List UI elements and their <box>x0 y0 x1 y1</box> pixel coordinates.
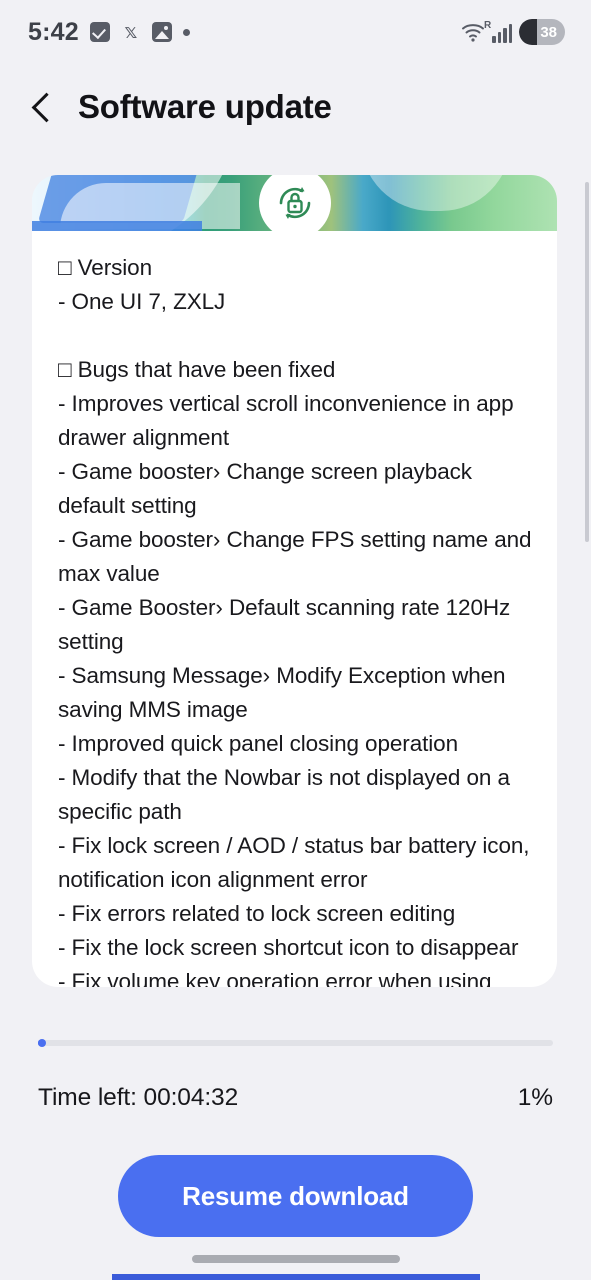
note-line: - Improved quick panel closing operation <box>58 731 458 756</box>
progress-percent-label: 1% <box>517 1084 553 1111</box>
battery-indicator: 38 <box>519 19 565 45</box>
download-progress-area: Time left: 00:04:32 1% <box>0 1039 591 1112</box>
page-title: Software update <box>78 88 332 125</box>
action-row: Resume download <box>0 1155 591 1237</box>
bottom-app-strip <box>112 1274 480 1280</box>
scrollbar-thumb[interactable] <box>585 182 589 542</box>
progress-bar-thumb <box>38 1039 46 1047</box>
note-line: - Modify that the Nowbar is not displaye… <box>58 765 510 824</box>
x-app-icon: 𝕩 <box>124 21 138 43</box>
release-notes-card[interactable]: □ Version - One UI 7, ZXLJ □ Bugs that h… <box>32 175 557 987</box>
note-line: - Fix lock screen / AOD / status bar bat… <box>58 833 530 892</box>
status-bar: 5:42 𝕩 R 38 <box>0 0 591 64</box>
note-line: - Fix errors related to lock screen edit… <box>58 901 456 926</box>
note-line-spacer <box>58 319 533 353</box>
signal-roaming-icon: R <box>484 20 512 43</box>
note-line: - One UI 7, ZXLJ <box>58 289 226 314</box>
note-line: - Game booster› Change FPS setting name … <box>58 527 532 586</box>
note-line: - Improves vertical scroll inconvenience… <box>58 391 514 450</box>
back-arrow-icon[interactable] <box>28 89 56 125</box>
scrollbar[interactable] <box>585 182 589 982</box>
security-update-lock-icon <box>258 175 331 231</box>
roaming-label: R <box>484 19 492 31</box>
note-line: □ Bugs that have been fixed <box>58 357 336 382</box>
note-line: □ Version <box>58 255 152 280</box>
release-notes-card-inner: □ Version - One UI 7, ZXLJ □ Bugs that h… <box>32 175 557 987</box>
resume-download-button[interactable]: Resume download <box>118 1155 473 1237</box>
progress-labels: Time left: 00:04:32 1% <box>38 1084 553 1112</box>
progress-bar-track <box>38 1039 553 1047</box>
battery-level-label: 38 <box>540 23 557 41</box>
release-notes-text: □ Version - One UI 7, ZXLJ □ Bugs that h… <box>32 231 557 987</box>
app-header: Software update <box>0 64 591 150</box>
dot-icon <box>182 28 190 36</box>
banner-shape-e <box>361 175 511 211</box>
status-bar-left: 5:42 𝕩 <box>28 18 190 47</box>
note-line: - Game Booster› Default scanning rate 12… <box>58 595 511 654</box>
battery-fill <box>519 19 538 45</box>
update-banner-image <box>32 175 557 231</box>
note-line: - Game booster› Change screen playback d… <box>58 459 472 518</box>
status-bar-right: R 38 <box>461 19 565 45</box>
note-line: - Samsung Message› Modify Exception when… <box>58 663 506 722</box>
status-bar-clock: 5:42 <box>28 17 79 46</box>
wifi-icon <box>461 21 485 43</box>
gallery-icon <box>151 22 172 42</box>
banner-shape-c <box>32 221 202 231</box>
note-line: - Fix the lock screen shortcut icon to d… <box>58 935 519 960</box>
check-badge-icon <box>89 22 110 42</box>
time-left-label: Time left: 00:04:32 <box>38 1084 239 1111</box>
note-line: - Fix volume key operation error when us… <box>58 969 492 987</box>
gesture-nav-handle[interactable] <box>191 1255 400 1263</box>
